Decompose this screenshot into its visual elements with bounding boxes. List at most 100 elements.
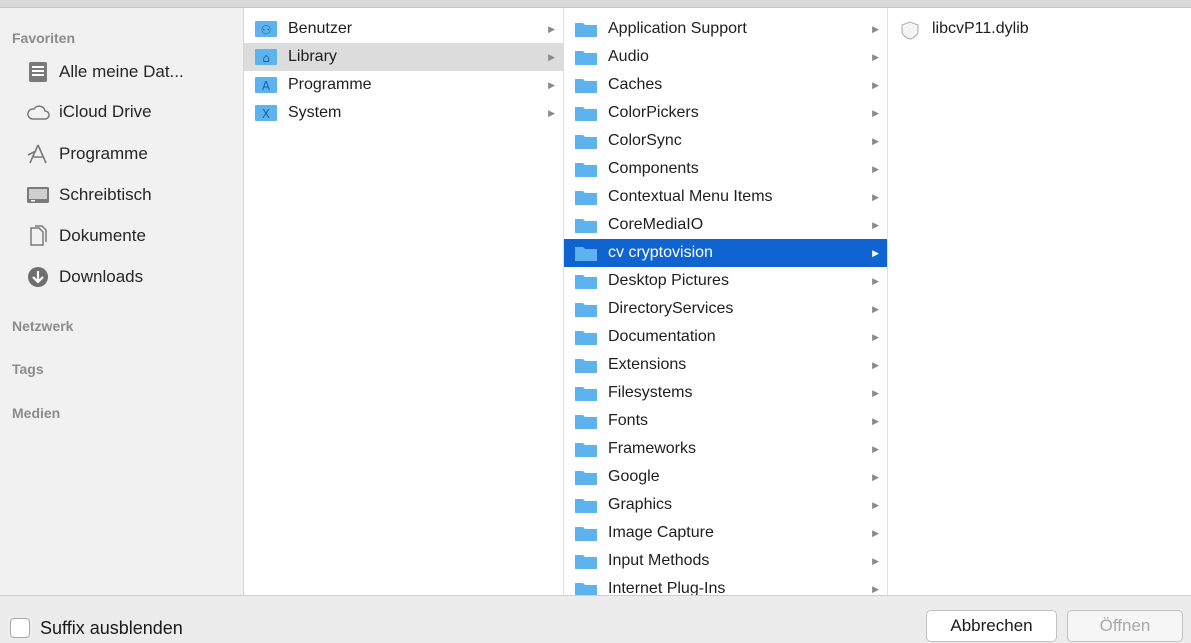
disclosure-arrow-icon: ▶ [872,79,879,90]
library-column-row-label: Extensions [608,356,687,373]
folder-icon [574,524,598,542]
library-column-row-label: Caches [608,76,663,93]
library-column-row-label: cv cryptovision [608,244,713,261]
folder-icon [574,132,598,150]
folder-icon [574,300,598,318]
folder-icon [574,552,598,570]
folder-icon [574,328,598,346]
applications-folder-icon: A [254,76,278,94]
library-column-row[interactable]: Input Methods ▶ [564,547,887,575]
library-column-row[interactable]: Fonts ▶ [564,407,887,435]
library-column-row-label: Filesystems [608,384,693,401]
root-column-row[interactable]: X System ▶ [244,99,563,127]
disclosure-arrow-icon: ▶ [872,359,879,370]
hide-extension-checkbox[interactable] [10,618,30,638]
library-column-row[interactable]: Filesystems ▶ [564,379,887,407]
library-column-row-label: Contextual Menu Items [608,188,773,205]
root-column-row[interactable]: A Programme ▶ [244,71,563,99]
library-column-row[interactable]: Extensions ▶ [564,351,887,379]
library-column-row[interactable]: CoreMediaIO ▶ [564,211,887,239]
library-column-row-label: Internet Plug-Ins [608,580,726,595]
disclosure-arrow-icon: ▶ [872,191,879,202]
system-folder-icon: X [254,104,278,122]
column-library: Application Support ▶ Audio ▶ Caches ▶ ColorPi… [564,8,888,595]
disclosure-arrow-icon: ▶ [872,471,879,482]
sidebar-item-all-files[interactable]: Alle meine Dat... [0,52,243,92]
disclosure-arrow-icon: ▶ [872,219,879,230]
root-column-row[interactable]: ⌂ Library ▶ [244,43,563,71]
folder-icon [574,384,598,402]
library-column-row[interactable]: cv cryptovision ▶ [564,239,887,267]
disclosure-arrow-icon: ▶ [548,51,555,62]
folder-icon [574,20,598,38]
cloud-icon [26,100,50,124]
disclosure-arrow-icon: ▶ [872,107,879,118]
dylib-file-icon [898,20,922,40]
hide-extension-label: Suffix ausblenden [40,618,183,638]
column-cryptovision: libcvP11.dylib [888,8,1191,595]
library-column-row-label: ColorPickers [608,104,699,121]
library-column-row-label: Fonts [608,412,649,429]
library-column-row[interactable]: Graphics ▶ [564,491,887,519]
library-column-row[interactable]: Components ▶ [564,155,887,183]
svg-text:X: X [262,107,270,121]
sidebar-item-label: Downloads [59,267,144,286]
folder-icon [574,440,598,458]
all-files-icon [26,60,50,84]
library-column-row-label: Desktop Pictures [608,272,729,289]
folder-icon [574,104,598,122]
root-column-row[interactable]: ⚇ Benutzer ▶ [244,15,563,43]
cryptovision-column-row[interactable]: libcvP11.dylib [888,15,1191,43]
library-column-row[interactable]: Frameworks ▶ [564,435,887,463]
library-column-row[interactable]: ColorSync ▶ [564,127,887,155]
library-column-row-label: Input Methods [608,552,710,569]
library-column-row[interactable]: Documentation ▶ [564,323,887,351]
library-column-row[interactable]: Contextual Menu Items ▶ [564,183,887,211]
folder-icon [574,272,598,290]
sidebar-item-icloud[interactable]: iCloud Drive [0,92,243,132]
folder-icon [574,216,598,234]
library-column-row[interactable]: Application Support ▶ [564,15,887,43]
library-column-row-label: Application Support [608,20,747,37]
disclosure-arrow-icon: ▶ [872,415,879,426]
documents-icon [26,224,50,248]
sidebar-item-documents[interactable]: Dokumente [0,216,243,256]
sidebar-item-label: Programme [59,144,148,163]
users-folder-icon: ⚇ [254,20,278,38]
library-column-row[interactable]: ColorPickers ▶ [564,99,887,127]
library-column-row[interactable]: Audio ▶ [564,43,887,71]
disclosure-arrow-icon: ▶ [872,387,879,398]
library-column-row[interactable]: Internet Plug-Ins ▶ [564,575,887,595]
library-column-row-label: Audio [608,48,649,65]
cryptovision-column-row-label: libcvP11.dylib [932,20,1029,37]
root-column-row-label: Library [288,48,337,65]
disclosure-arrow-icon: ▶ [548,23,555,34]
sidebar-item-downloads[interactable]: Downloads [0,257,243,297]
library-column-row[interactable]: Image Capture ▶ [564,519,887,547]
root-column-row-label: Programme [288,76,372,93]
sidebar-item-desktop[interactable]: Schreibtisch [0,175,243,215]
svg-text:⌂: ⌂ [262,51,270,65]
disclosure-arrow-icon: ▶ [872,527,879,538]
library-column-row[interactable]: Caches ▶ [564,71,887,99]
cancel-button[interactable]: Abbrechen [926,610,1057,642]
disclosure-arrow-icon: ▶ [872,275,879,286]
library-column-row-label: Google [608,468,660,485]
library-column-row-label: Image Capture [608,524,714,541]
library-column-row[interactable]: Desktop Pictures ▶ [564,267,887,295]
column-root: ⚇ Benutzer ▶ ⌂ Library ▶ A Programme ▶ X System ▶ [244,8,564,595]
root-column-row-label: System [288,104,342,121]
disclosure-arrow-icon: ▶ [872,555,879,566]
sidebar-section-network: Netzwerk [12,318,74,334]
desktop-icon [26,183,50,207]
folder-icon [574,160,598,178]
disclosure-arrow-icon: ▶ [872,163,879,174]
sidebar-item-applications[interactable]: Programme [0,134,243,174]
sidebar-item-label: Schreibtisch [59,185,152,204]
open-button[interactable]: Öffnen [1067,610,1183,642]
library-column-row-label: Graphics [608,496,673,513]
library-column-row[interactable]: Google ▶ [564,463,887,491]
library-folder-icon: ⌂ [254,48,278,66]
library-column-row[interactable]: DirectoryServices ▶ [564,295,887,323]
file-browser: Favoriten Alle meine Dat... iCloud Drive… [0,8,1191,595]
